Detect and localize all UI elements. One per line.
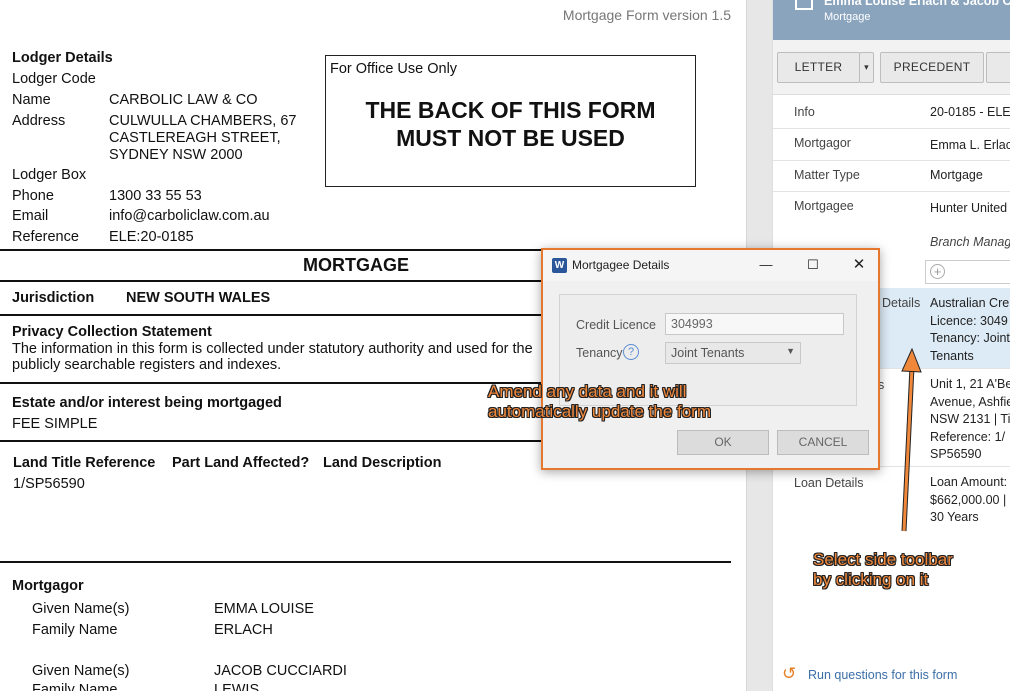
mortgagor-heading: Mortgagor xyxy=(12,578,84,594)
minimize-button[interactable]: — xyxy=(755,254,777,276)
info-label: Info xyxy=(794,105,815,119)
given-name-value: JACOB CUCCIARDI xyxy=(214,663,347,679)
given-name-label: Given Name(s) xyxy=(32,601,130,617)
form-version: Mortgage Form version 1.5 xyxy=(562,7,731,23)
lodger-name-value: CARBOLIC LAW & CO xyxy=(109,92,258,108)
tenancy-select[interactable]: Joint Tenants ▼ xyxy=(665,342,801,364)
annotation-select-toolbar: Select side toolbar by clicking on it xyxy=(813,550,953,589)
precedent-button[interactable]: PRECEDENT xyxy=(880,52,984,83)
mortgagee-details-dialog: W Mortgagee Details — ☐ ✕ Credit Licence… xyxy=(541,248,880,470)
annotation-arrow-icon xyxy=(901,347,922,532)
divider xyxy=(0,561,731,563)
lodger-address-line: CULWULLA CHAMBERS, 67 xyxy=(109,113,297,129)
tenancy-label: Tenancy xyxy=(576,346,623,360)
lodger-email-value: info@carboliclaw.com.au xyxy=(109,208,270,224)
run-questions-link[interactable]: Run questions for this form xyxy=(808,668,957,682)
lodger-reference-label: Reference xyxy=(12,229,79,245)
mortgage-heading: MORTGAGE xyxy=(303,255,409,275)
matter-checkbox[interactable] xyxy=(795,0,813,10)
jurisdiction-label: Jurisdiction xyxy=(12,290,95,306)
row-separator xyxy=(773,128,1010,129)
panel-header: Emma Louise Erlach & Jacob C Mortgage xyxy=(773,0,1010,40)
office-warning: THE BACK OF THIS FORM MUST NOT BE USED xyxy=(365,97,656,151)
mortgagee-details-label: Details xyxy=(882,296,921,310)
privacy-text: The information in this form is collecte… xyxy=(12,341,533,357)
family-name-value: ERLACH xyxy=(214,622,273,638)
lodger-code-label: Lodger Code xyxy=(12,71,96,87)
credit-licence-input[interactable] xyxy=(665,313,844,335)
dialog-titlebar[interactable]: W Mortgagee Details — ☐ ✕ xyxy=(543,250,878,281)
privacy-heading: Privacy Collection Statement xyxy=(12,324,212,340)
lodger-address-line: CASTLEREAGH STREET, xyxy=(109,130,281,146)
property-value[interactable]: Unit 1, 21 A'Be Avenue, Ashfie NSW 2131 … xyxy=(930,376,1010,464)
estate-heading: Estate and/or interest being mortgaged xyxy=(12,395,282,411)
lodger-box-label: Lodger Box xyxy=(12,167,87,183)
mortgagee-value[interactable]: Hunter United xyxy=(930,200,1007,218)
mortgagee-label: Mortgagee xyxy=(794,199,854,213)
matter-type-label: Matter Type xyxy=(794,168,860,182)
office-use-box: For Office Use Only THE BACK OF THIS FOR… xyxy=(325,55,696,187)
lodger-email-label: Email xyxy=(12,208,49,224)
panel-toolbar: LETTER ▾ PRECEDENT xyxy=(773,40,1010,95)
help-icon[interactable]: ? xyxy=(623,344,639,360)
matter-subtitle: Mortgage xyxy=(824,11,871,23)
word-app-icon: W xyxy=(552,258,567,273)
branch-manager-value[interactable]: Branch Manag xyxy=(930,234,1010,252)
add-field[interactable]: + xyxy=(925,260,1010,284)
row-separator xyxy=(773,191,1010,192)
loan-details-value[interactable]: Loan Amount: $662,000.00 | 30 Years xyxy=(930,474,1007,527)
land-title-reference-header: Land Title Reference xyxy=(13,455,156,471)
jurisdiction-value: NEW SOUTH WALES xyxy=(126,290,271,306)
row-separator xyxy=(773,160,1010,161)
family-name-value: LEWIS xyxy=(214,682,260,691)
cancel-button[interactable]: CANCEL xyxy=(777,430,869,455)
plus-circle-icon[interactable]: + xyxy=(930,264,945,279)
chevron-down-icon[interactable]: ▾ xyxy=(859,52,874,83)
annotation-amend-data: Amend any data and it will automatically… xyxy=(488,382,712,421)
info-value[interactable]: 20-0185 - ELE xyxy=(930,104,1010,122)
matter-type-value[interactable]: Mortgage xyxy=(930,167,983,185)
undo-arrow-icon[interactable]: ↺ xyxy=(782,664,796,684)
more-button[interactable] xyxy=(986,52,1010,83)
lodger-phone-value: 1300 33 55 53 xyxy=(109,188,202,204)
lodger-reference-value: ELE:20-0185 xyxy=(109,229,194,245)
tenancy-selected-value: Joint Tenants xyxy=(671,346,745,360)
land-title-reference-value: 1/SP56590 xyxy=(13,476,85,492)
loan-details-label: Loan Details xyxy=(794,476,864,490)
family-name-label: Family Name xyxy=(32,622,118,638)
lodger-heading: Lodger Details xyxy=(12,50,113,66)
family-name-label: Family Name xyxy=(32,682,118,691)
close-button[interactable]: ✕ xyxy=(848,254,870,276)
mortgagor-label: Mortgagor xyxy=(794,136,851,150)
ok-button[interactable]: OK xyxy=(677,430,769,455)
privacy-text: publicly searchable registers and indexe… xyxy=(12,357,282,373)
lodger-name-label: Name xyxy=(12,92,51,108)
office-use-label: For Office Use Only xyxy=(330,61,458,77)
lodger-phone-label: Phone xyxy=(12,188,54,204)
matter-title: Emma Louise Erlach & Jacob C xyxy=(824,0,1010,8)
given-name-value: EMMA LOUISE xyxy=(214,601,314,617)
letter-button[interactable]: LETTER xyxy=(777,52,860,83)
maximize-button[interactable]: ☐ xyxy=(802,254,824,276)
estate-value: FEE SIMPLE xyxy=(12,416,98,432)
lodger-address-label: Address xyxy=(12,113,66,129)
dialog-title: Mortgagee Details xyxy=(572,258,670,272)
mortgagor-value[interactable]: Emma L. Erlach xyxy=(930,137,1010,155)
credit-licence-label: Credit Licence xyxy=(576,318,656,332)
lodger-address-line: SYDNEY NSW 2000 xyxy=(109,147,243,163)
land-description-header: Land Description xyxy=(323,455,442,471)
chevron-down-icon: ▼ xyxy=(786,346,795,356)
part-land-affected-header: Part Land Affected? xyxy=(172,455,310,471)
mortgagee-details-value[interactable]: Australian Cre Licence: 3049 Tenancy: Jo… xyxy=(930,295,1010,365)
given-name-label: Given Name(s) xyxy=(32,663,130,679)
